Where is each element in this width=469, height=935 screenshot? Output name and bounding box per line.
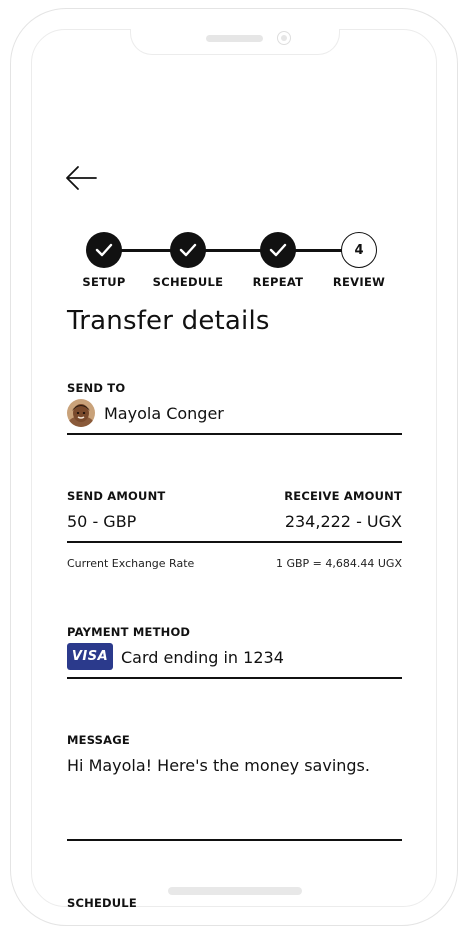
exchange-rate-label: Current Exchange Rate bbox=[67, 557, 195, 570]
step-number: 4 bbox=[354, 242, 364, 258]
step-label-setup: SETUP bbox=[82, 275, 126, 289]
step-label-schedule: SCHEDULE bbox=[152, 275, 224, 289]
checkmark-icon bbox=[269, 243, 287, 257]
send-to-label: SEND TO bbox=[67, 381, 126, 395]
arrow-left-icon bbox=[66, 166, 97, 190]
step-label-review: REVIEW bbox=[332, 275, 386, 289]
home-indicator bbox=[168, 887, 302, 895]
schedule-label: SCHEDULE bbox=[67, 896, 137, 910]
step-schedule-indicator[interactable] bbox=[170, 232, 206, 268]
step-setup-indicator[interactable] bbox=[86, 232, 122, 268]
step-label-repeat: REPEAT bbox=[252, 275, 304, 289]
payment-method-field[interactable]: Card ending in 1234 bbox=[121, 648, 284, 667]
payment-underline bbox=[67, 677, 402, 679]
payment-method-label: PAYMENT METHOD bbox=[67, 625, 191, 639]
checkmark-icon bbox=[179, 243, 197, 257]
back-button[interactable] bbox=[64, 162, 98, 194]
page-title: Transfer details bbox=[67, 306, 270, 336]
recipient-name[interactable]: Mayola Conger bbox=[104, 404, 224, 423]
card-brand: VISA bbox=[71, 649, 109, 664]
amount-underline bbox=[67, 541, 402, 543]
receive-amount-label: RECEIVE AMOUNT bbox=[284, 489, 402, 503]
avatar bbox=[67, 399, 95, 427]
message-field[interactable]: Hi Mayola! Here's the money savings. bbox=[67, 756, 370, 775]
send-amount-label: SEND AMOUNT bbox=[67, 489, 166, 503]
step-repeat-indicator[interactable] bbox=[260, 232, 296, 268]
device-speaker bbox=[206, 35, 263, 42]
message-underline bbox=[67, 839, 402, 841]
send-amount-field[interactable]: 50 - GBP bbox=[67, 512, 136, 531]
exchange-rate-value: 1 GBP = 4,684.44 UGX bbox=[275, 557, 402, 570]
device-notch bbox=[130, 29, 340, 55]
checkmark-icon bbox=[95, 243, 113, 257]
step-review-indicator[interactable]: 4 bbox=[341, 232, 377, 268]
device-screen bbox=[31, 29, 437, 907]
receive-amount-field[interactable]: 234,222 - UGX bbox=[285, 512, 402, 531]
device-camera bbox=[277, 31, 291, 45]
message-label: MESSAGE bbox=[67, 733, 130, 747]
visa-card-icon: VISA bbox=[67, 643, 113, 670]
send-to-underline bbox=[67, 433, 402, 435]
